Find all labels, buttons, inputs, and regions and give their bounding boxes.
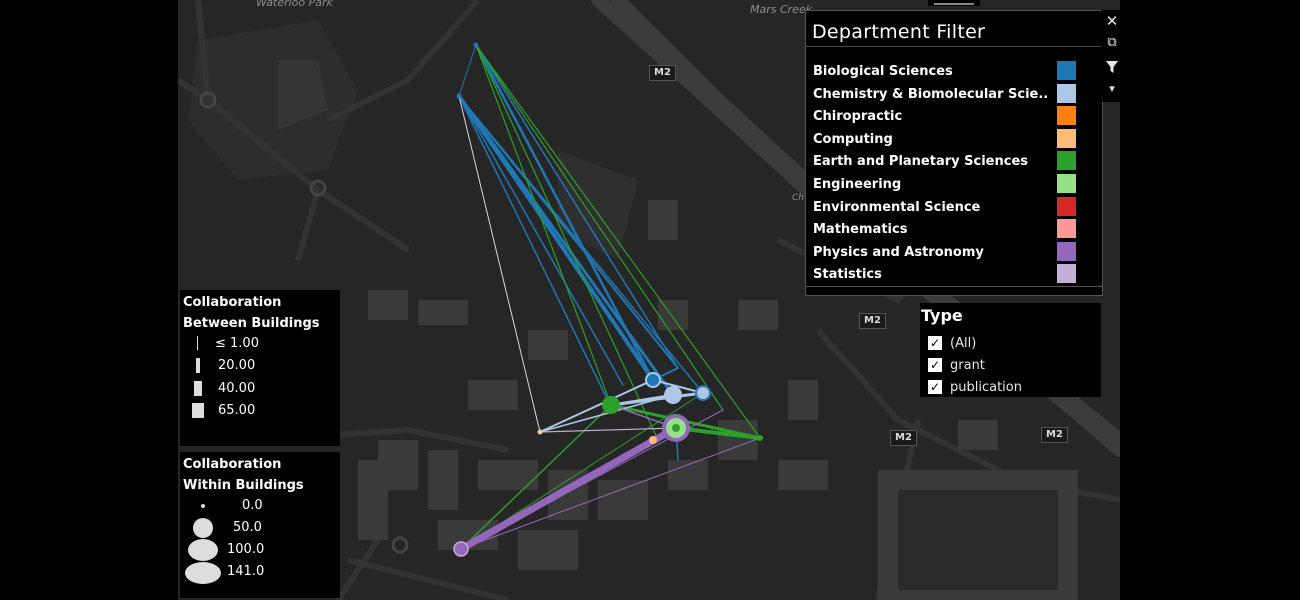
node[interactable] (695, 385, 711, 401)
legend-value: 20.00 (218, 358, 256, 373)
road-shield: M2 (649, 65, 676, 81)
department-label: Mathematics (813, 222, 908, 238)
node[interactable] (602, 396, 620, 414)
color-swatch[interactable] (1057, 196, 1076, 216)
department-label: Computing (813, 131, 893, 147)
legend-item: 20.00 (180, 358, 340, 378)
size-swatch (188, 539, 218, 561)
line-width-swatch (197, 336, 198, 350)
type-option-label: publication (950, 380, 1022, 395)
department-label: Environmental Science (813, 199, 981, 215)
color-swatch[interactable] (1057, 174, 1076, 193)
legend-between-title-1: Collaboration (183, 295, 282, 310)
checkbox[interactable]: ✓ (928, 336, 942, 350)
size-swatch (185, 562, 221, 584)
legend-item: 141.0 (180, 562, 340, 584)
legend-item: 50.0 (180, 518, 340, 540)
legend-value: 65.00 (218, 403, 256, 418)
size-swatch (201, 504, 205, 508)
department-label: Chemistry & Biomolecular Scie.. (813, 86, 1049, 102)
color-swatch[interactable] (1057, 61, 1076, 80)
department-filter-item[interactable]: Engineering (813, 174, 1093, 196)
size-swatch (193, 518, 213, 538)
road-shield: M2 (859, 313, 886, 329)
department-label: Chiropractic (813, 109, 903, 125)
color-swatch[interactable] (1057, 219, 1076, 239)
node[interactable] (453, 541, 469, 557)
legend-between-buildings: Collaboration Between Buildings ≤ 1.00 2… (180, 290, 340, 446)
node[interactable] (649, 436, 657, 444)
dashboard: Waterloo Park Mars Creek Ch M2 M2 M2 M2 … (0, 0, 1300, 600)
department-filter-item[interactable]: Physics and Astronomy (813, 241, 1093, 264)
color-swatch[interactable] (1057, 128, 1076, 148)
panel-drag-handle[interactable] (928, 0, 980, 6)
map-label-creek: Mars Creek (750, 3, 813, 16)
legend-item: 40.00 (180, 381, 340, 401)
department-filter-item[interactable]: Mathematics (813, 219, 1093, 241)
type-option-label: grant (950, 358, 985, 373)
color-swatch[interactable] (1057, 241, 1076, 261)
department-filter: Department Filter Biological Sciences Che… (805, 10, 1103, 296)
department-filter-item[interactable]: Statistics (813, 264, 1093, 286)
type-filter: Type ✓ (All) ✓ grant ✓ publication (920, 303, 1101, 397)
node[interactable] (757, 435, 763, 441)
legend-item: ≤ 1.00 (180, 336, 340, 356)
legend-value: 100.0 (227, 542, 265, 557)
color-swatch[interactable] (1057, 106, 1076, 126)
node[interactable] (473, 42, 479, 48)
legend-within-title-1: Collaboration (183, 457, 282, 472)
department-label: Physics and Astronomy (813, 244, 984, 260)
legend-value: 0.0 (242, 498, 263, 513)
map-label-fragment: Ch (792, 193, 804, 203)
type-filter-title: Type (921, 306, 963, 325)
legend-value: ≤ 1.00 (215, 336, 259, 351)
popout-icon[interactable]: ⧉ (1101, 32, 1123, 54)
road-shield: M2 (1041, 427, 1068, 443)
node[interactable] (672, 424, 680, 432)
line-width-swatch (192, 403, 204, 418)
map-label-park: Waterloo Park (256, 0, 333, 9)
legend-between-title-2: Between Buildings (183, 316, 320, 331)
department-filter-item[interactable]: Chiropractic (813, 106, 1093, 128)
legend-item: 65.00 (180, 403, 340, 423)
checkbox[interactable]: ✓ (928, 358, 942, 372)
department-label: Statistics (813, 267, 882, 283)
legend-value: 141.0 (227, 564, 265, 579)
color-swatch[interactable] (1057, 264, 1076, 284)
legend-value: 50.0 (233, 520, 262, 535)
department-filter-item[interactable]: Computing (813, 128, 1093, 151)
legend-item: 0.0 (180, 498, 340, 518)
department-label: Engineering (813, 177, 902, 192)
filter-icon[interactable] (1101, 56, 1123, 78)
department-filter-item[interactable]: Chemistry & Biomolecular Scie.. (813, 83, 1093, 106)
department-filter-item[interactable]: Biological Sciences (813, 61, 1093, 83)
legend-within-title-2: Within Buildings (183, 478, 304, 493)
checkbox[interactable]: ✓ (928, 380, 942, 394)
close-icon[interactable]: ✕ (1101, 10, 1123, 32)
filter-toolbar: ✕ ⧉ ▾ (1101, 10, 1123, 102)
node[interactable] (537, 429, 543, 435)
line-width-swatch (196, 358, 200, 373)
road-shield: M2 (890, 430, 917, 446)
node[interactable] (645, 372, 661, 388)
legend-within-buildings: Collaboration Within Buildings 0.0 50.0 … (180, 452, 340, 598)
color-swatch[interactable] (1057, 151, 1076, 171)
department-label: Biological Sciences (813, 64, 953, 79)
department-filter-title: Department Filter (806, 11, 1102, 47)
line-width-swatch (194, 381, 202, 396)
type-option-label: (All) (950, 336, 977, 351)
node[interactable] (664, 386, 682, 404)
color-swatch[interactable] (1057, 83, 1076, 103)
department-filter-item[interactable]: Environmental Science (813, 196, 1093, 219)
node[interactable] (456, 93, 462, 99)
menu-dropdown-icon[interactable]: ▾ (1101, 78, 1123, 100)
legend-value: 40.00 (218, 381, 256, 396)
legend-item: 100.0 (180, 539, 340, 562)
department-label: Earth and Planetary Sciences (813, 154, 1029, 170)
department-filter-item[interactable]: Earth and Planetary Sciences (813, 151, 1093, 173)
